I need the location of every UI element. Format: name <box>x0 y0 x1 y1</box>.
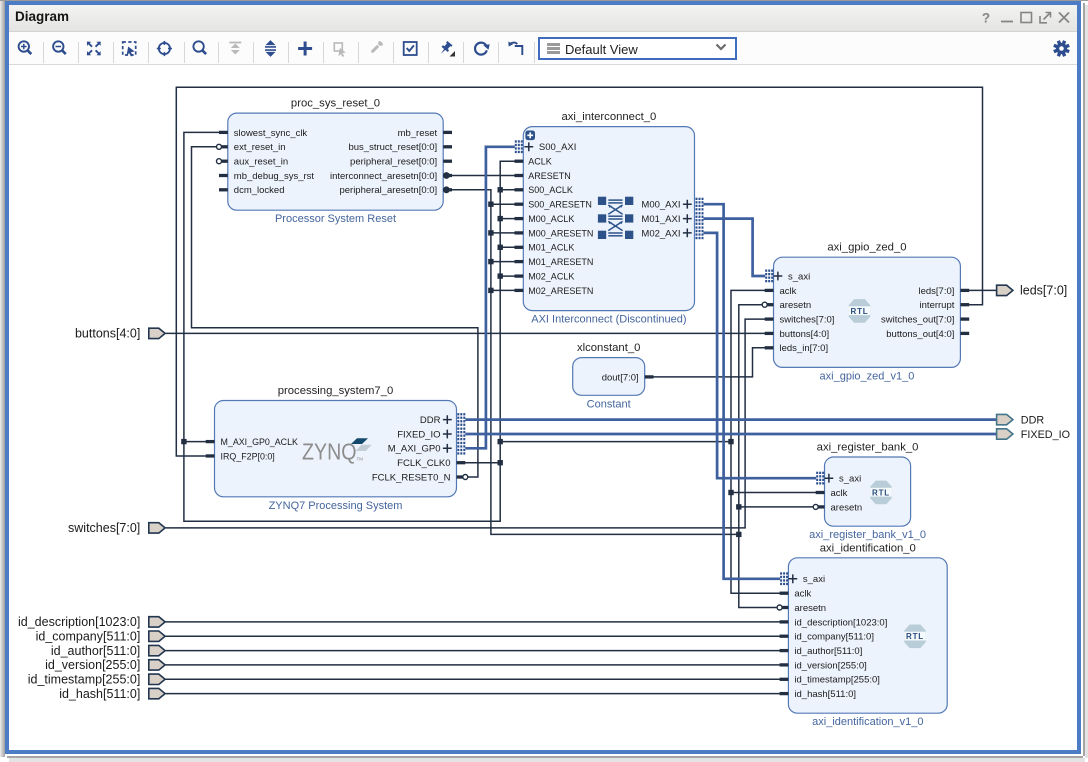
svg-text:buttons[4:0]: buttons[4:0] <box>780 329 830 340</box>
svg-text:switches[7:0]: switches[7:0] <box>780 315 835 326</box>
svg-text:S00_ACLK: S00_ACLK <box>528 185 573 195</box>
svg-text:M00_AXI: M00_AXI <box>641 200 680 211</box>
svg-text:switches[7:0]: switches[7:0] <box>68 521 140 535</box>
svg-text:aux_reset_in: aux_reset_in <box>234 157 288 168</box>
svg-text:id_version[255:0]: id_version[255:0] <box>45 658 140 672</box>
svg-text:axi_gpio_zed_v1_0: axi_gpio_zed_v1_0 <box>820 370 915 382</box>
svg-text:axi_register_bank_0: axi_register_bank_0 <box>817 442 919 454</box>
svg-text:M02_ACLK: M02_ACLK <box>528 272 574 282</box>
svg-text:FIXED_IO: FIXED_IO <box>1021 429 1070 441</box>
svg-text:Processor System Reset: Processor System Reset <box>275 213 396 225</box>
svg-text:DDR: DDR <box>420 415 441 426</box>
svg-text:ACLK: ACLK <box>528 157 552 167</box>
svg-text:S00_ARESETN: S00_ARESETN <box>528 200 592 210</box>
svg-text:id_description[1023:0]: id_description[1023:0] <box>794 617 887 628</box>
svg-text:M_AXI_GP0: M_AXI_GP0 <box>388 444 441 455</box>
svg-text:slowest_sync_clk: slowest_sync_clk <box>234 128 308 139</box>
svg-text:M02_AXI: M02_AXI <box>641 228 680 239</box>
svg-text:mb_reset: mb_reset <box>398 128 438 139</box>
svg-text:id_author[511:0]: id_author[511:0] <box>51 644 140 658</box>
svg-text:id_version[255:0]: id_version[255:0] <box>794 660 866 671</box>
svg-text:M_AXI_GP0_ACLK: M_AXI_GP0_ACLK <box>221 437 299 447</box>
svg-text:M01_AXI: M01_AXI <box>641 214 680 225</box>
svg-text:s_axi: s_axi <box>788 271 810 282</box>
svg-text:id_timestamp[255:0]: id_timestamp[255:0] <box>794 675 880 686</box>
svg-text:ZYNQ: ZYNQ <box>302 439 357 465</box>
svg-text:peripheral_aresetn[0:0]: peripheral_aresetn[0:0] <box>339 185 437 196</box>
svg-text:axi_interconnect_0: axi_interconnect_0 <box>561 111 656 123</box>
svg-text:s_axi: s_axi <box>803 574 825 585</box>
svg-text:aresetn: aresetn <box>780 300 812 311</box>
svg-text:id_description[1023:0]: id_description[1023:0] <box>18 615 140 629</box>
svg-text:leds_in[7:0]: leds_in[7:0] <box>780 343 829 354</box>
svg-text:processing_system7_0: processing_system7_0 <box>278 385 394 397</box>
svg-text:RTL: RTL <box>851 307 869 316</box>
svg-text:ext_reset_in: ext_reset_in <box>234 142 286 153</box>
svg-text:id_company[511:0]: id_company[511:0] <box>794 632 874 643</box>
svg-text:proc_sys_reset_0: proc_sys_reset_0 <box>291 98 380 110</box>
svg-text:M01_ACLK: M01_ACLK <box>528 243 574 253</box>
svg-text:aclk: aclk <box>831 488 848 499</box>
svg-text:s_axi: s_axi <box>839 474 861 485</box>
svg-text:buttons_out[4:0]: buttons_out[4:0] <box>886 329 954 340</box>
svg-text:AXI Interconnect (Discontinued: AXI Interconnect (Discontinued) <box>531 314 686 326</box>
svg-text:id_timestamp[255:0]: id_timestamp[255:0] <box>28 673 141 687</box>
svg-text:S00_AXI: S00_AXI <box>539 142 577 153</box>
svg-text:id_company[511:0]: id_company[511:0] <box>36 630 141 644</box>
svg-text:FCLK_CLK0: FCLK_CLK0 <box>397 458 450 469</box>
svg-text:RTL: RTL <box>872 488 890 497</box>
svg-text:axi_gpio_zed_0: axi_gpio_zed_0 <box>827 242 906 254</box>
svg-text:aclk: aclk <box>780 286 797 297</box>
svg-text:?: ? <box>982 11 990 26</box>
svg-text:M01_ARESETN: M01_ARESETN <box>528 257 593 267</box>
svg-text:M02_ARESETN: M02_ARESETN <box>528 286 593 296</box>
svg-text:switches_out[7:0]: switches_out[7:0] <box>881 315 954 326</box>
svg-text:id_hash[511:0]: id_hash[511:0] <box>59 687 140 701</box>
svg-text:RTL: RTL <box>906 632 924 641</box>
svg-text:axi_register_bank_v1_0: axi_register_bank_v1_0 <box>809 529 926 541</box>
svg-text:aclk: aclk <box>794 589 811 600</box>
svg-text:M00_ARESETN: M00_ARESETN <box>528 228 593 238</box>
svg-text:axi_identification_0: axi_identification_0 <box>820 542 916 554</box>
svg-text:id_hash[511:0]: id_hash[511:0] <box>794 689 856 700</box>
svg-text:IRQ_F2P[0:0]: IRQ_F2P[0:0] <box>221 451 275 461</box>
svg-text:leds[7:0]: leds[7:0] <box>918 286 954 297</box>
svg-text:interrupt: interrupt <box>920 300 955 311</box>
svg-text:bus_struct_reset[0:0]: bus_struct_reset[0:0] <box>348 142 437 153</box>
svg-text:xlconstant_0: xlconstant_0 <box>577 342 640 354</box>
svg-text:aresetn: aresetn <box>831 502 863 513</box>
svg-text:ZYNQ7 Processing System: ZYNQ7 Processing System <box>269 500 403 512</box>
svg-text:peripheral_reset[0:0]: peripheral_reset[0:0] <box>350 157 437 168</box>
svg-text:TM: TM <box>357 457 364 462</box>
svg-text:M00_ACLK: M00_ACLK <box>528 214 574 224</box>
svg-text:mb_debug_sys_rst: mb_debug_sys_rst <box>234 171 315 182</box>
svg-text:dout[7:0]: dout[7:0] <box>602 372 639 383</box>
svg-text:id_author[511:0]: id_author[511:0] <box>794 646 862 657</box>
svg-text:aresetn: aresetn <box>794 603 826 614</box>
svg-text:interconnect_aresetn[0:0]: interconnect_aresetn[0:0] <box>330 171 437 182</box>
svg-text:dcm_locked: dcm_locked <box>234 185 285 196</box>
svg-text:DDR: DDR <box>1021 415 1045 427</box>
svg-text:FCLK_RESET0_N: FCLK_RESET0_N <box>372 472 451 483</box>
svg-text:leds[7:0]: leds[7:0] <box>1020 284 1067 298</box>
svg-text:ARESETN: ARESETN <box>528 171 571 181</box>
svg-text:buttons[4:0]: buttons[4:0] <box>75 327 140 341</box>
svg-text:Constant: Constant <box>587 398 631 410</box>
svg-text:axi_identification_v1_0: axi_identification_v1_0 <box>812 716 923 728</box>
svg-text:FIXED_IO: FIXED_IO <box>397 429 440 440</box>
